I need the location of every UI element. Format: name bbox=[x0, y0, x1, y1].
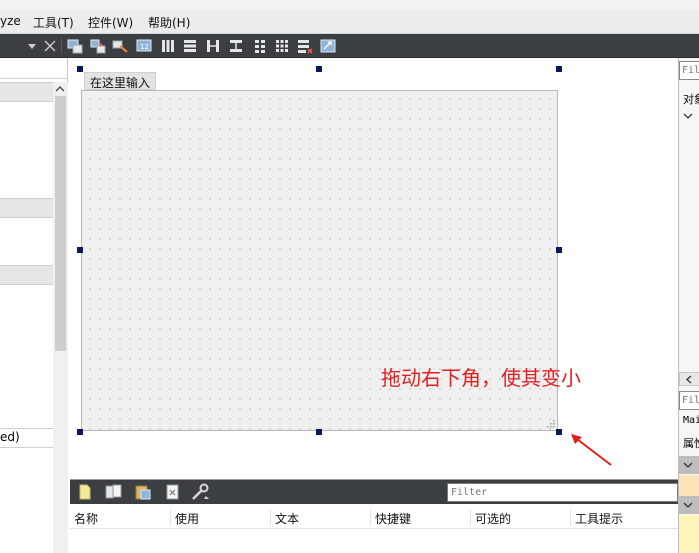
chevron-down-icon bbox=[683, 502, 693, 508]
delete-action-icon[interactable] bbox=[165, 484, 181, 500]
break-layout-icon[interactable] bbox=[297, 38, 313, 54]
column-header-name[interactable]: 名称 bbox=[70, 510, 98, 526]
svg-text:12: 12 bbox=[140, 43, 149, 51]
copy-action-icon[interactable] bbox=[105, 484, 123, 500]
close-icon[interactable] bbox=[42, 38, 58, 54]
property-row[interactable] bbox=[679, 475, 699, 496]
widget-category-header[interactable] bbox=[0, 265, 53, 285]
dropdown-arrow-icon[interactable] bbox=[24, 38, 40, 54]
column-header-shortcut[interactable]: 快捷键 bbox=[370, 510, 411, 526]
main-window-label: Mai bbox=[683, 415, 699, 426]
instruction-annotation: 拖动右下角，使其变小 bbox=[381, 366, 581, 390]
chevron-left-icon bbox=[686, 375, 692, 384]
menu-entry-label: 在这里输入 bbox=[90, 76, 151, 90]
new-action-icon[interactable] bbox=[78, 484, 92, 500]
chevron-down-icon[interactable] bbox=[683, 112, 693, 120]
resize-handle-top-right[interactable] bbox=[556, 66, 562, 72]
resize-handle-right[interactable] bbox=[556, 247, 562, 253]
action-filter-input[interactable]: Filter bbox=[447, 483, 678, 502]
edit-tab-order-icon[interactable]: 12 bbox=[136, 38, 152, 54]
layout-horizontal-splitter-icon[interactable] bbox=[205, 38, 221, 54]
menu-type-here-entry[interactable]: 在这里输入 bbox=[84, 72, 156, 90]
widget-category-header[interactable]: ed) bbox=[0, 428, 53, 448]
menu-tools[interactable]: 工具(T) bbox=[33, 14, 74, 31]
inspector-panel: Fil 对象 Fil Mai 属性 bbox=[678, 58, 699, 553]
column-header-text[interactable]: 文本 bbox=[270, 510, 299, 526]
layout-horizontal-icon[interactable] bbox=[160, 38, 176, 54]
action-table-header: 名称 使用 文本 快捷键 可选的 工具提示 bbox=[70, 506, 678, 529]
scroll-up-icon[interactable] bbox=[54, 84, 66, 94]
main-toolbar: 12 bbox=[0, 34, 699, 58]
edit-buddies-icon[interactable] bbox=[112, 38, 128, 54]
menu-help[interactable]: 帮助(H) bbox=[148, 14, 190, 31]
panel-divider bbox=[0, 78, 68, 79]
column-header-tooltip[interactable]: 工具提示 bbox=[570, 510, 623, 526]
scrollbar-thumb[interactable] bbox=[55, 96, 66, 351]
chevron-down-icon bbox=[683, 462, 693, 468]
size-grip-icon[interactable] bbox=[546, 419, 555, 428]
filter-label: Fil bbox=[682, 395, 699, 406]
action-editor-toolbar: Filter bbox=[70, 480, 678, 504]
scroll-left-button[interactable] bbox=[679, 372, 699, 386]
adjust-size-icon[interactable] bbox=[320, 38, 336, 54]
widget-category-header[interactable] bbox=[0, 82, 53, 102]
object-filter-input[interactable]: Fil bbox=[679, 61, 699, 80]
resize-handle-bottom[interactable] bbox=[316, 429, 322, 435]
category-label: ed) bbox=[0, 430, 20, 444]
column-header-used[interactable]: 使用 bbox=[170, 510, 199, 526]
toolbar-separator bbox=[61, 38, 62, 54]
edit-signals-icon[interactable] bbox=[90, 38, 106, 54]
edit-widgets-icon[interactable] bbox=[67, 38, 83, 54]
layout-grid-icon[interactable] bbox=[274, 38, 290, 54]
resize-handle-top-left[interactable] bbox=[77, 66, 83, 72]
action-editor-panel: Filter 名称 使用 文本 快捷键 可选的 工具提示 bbox=[70, 479, 678, 553]
resize-handle-left[interactable] bbox=[77, 247, 83, 253]
property-row[interactable] bbox=[679, 536, 699, 553]
property-row[interactable] bbox=[679, 515, 699, 536]
title-strip bbox=[0, 0, 699, 10]
object-column-label: 对象 bbox=[683, 93, 699, 106]
property-filter-input[interactable]: Fil bbox=[679, 391, 699, 410]
layout-form-icon[interactable] bbox=[252, 38, 268, 54]
configure-wrench-icon[interactable] bbox=[190, 483, 212, 501]
resize-handle-bottom-right[interactable] bbox=[556, 429, 562, 435]
menu-widgets[interactable]: 控件(W) bbox=[88, 14, 133, 31]
widget-category-header[interactable] bbox=[0, 198, 53, 218]
resize-handle-top[interactable] bbox=[316, 66, 322, 72]
menu-analyze[interactable]: yze bbox=[0, 14, 21, 28]
property-group-header[interactable] bbox=[679, 456, 699, 474]
annotation-arrow-icon bbox=[571, 434, 612, 466]
widget-box-panel: ed) bbox=[0, 58, 68, 553]
property-column-label: 属性 bbox=[683, 437, 699, 450]
layout-vertical-splitter-icon[interactable] bbox=[228, 38, 244, 54]
paste-action-icon[interactable] bbox=[134, 484, 152, 500]
property-group-header[interactable] bbox=[679, 496, 699, 514]
menu-bar: yze 工具(T) 控件(W) 帮助(H) bbox=[0, 10, 699, 34]
resize-handle-bottom-left[interactable] bbox=[77, 429, 83, 435]
filter-label: Fil bbox=[682, 65, 699, 76]
column-header-checkable[interactable]: 可选的 bbox=[470, 510, 511, 526]
layout-vertical-icon[interactable] bbox=[182, 38, 198, 54]
